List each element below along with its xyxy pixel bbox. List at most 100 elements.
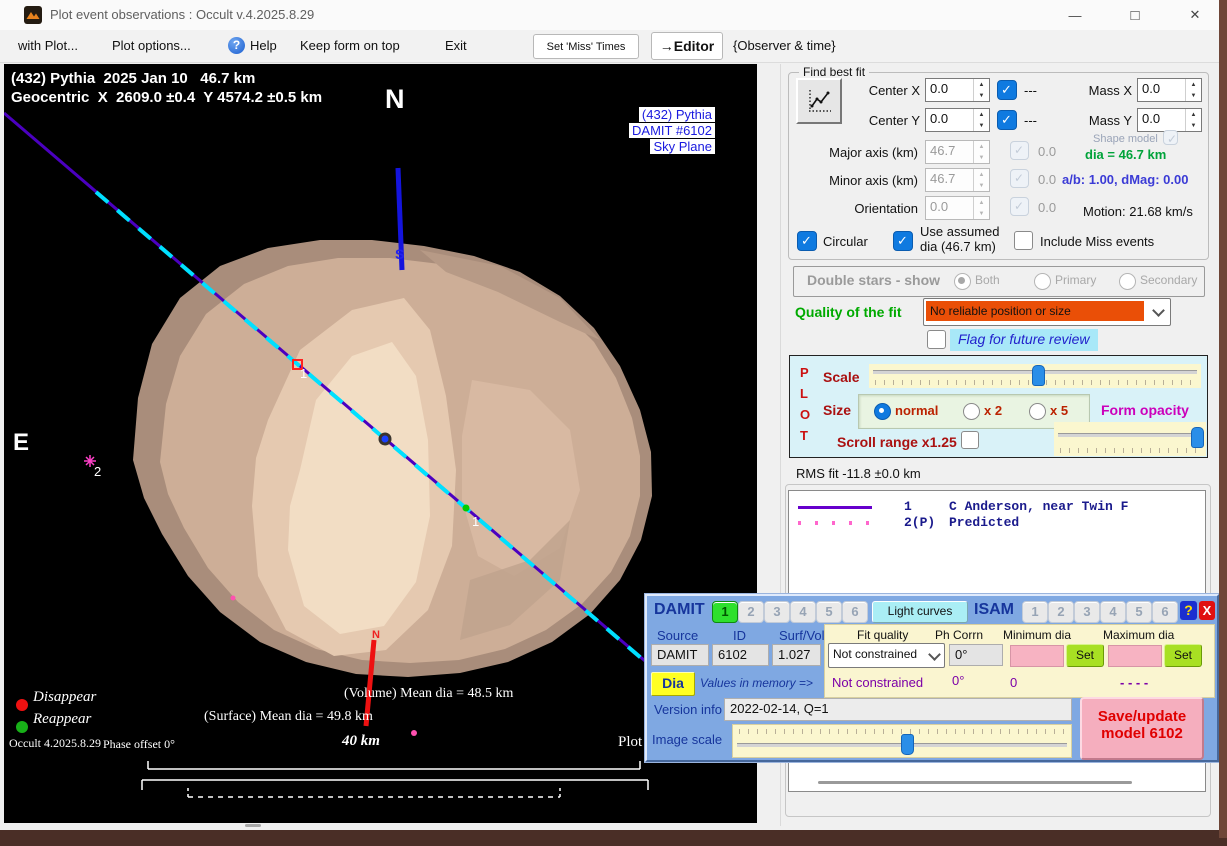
values-in-memory-label: Values in memory => bbox=[700, 676, 813, 690]
observer-row[interactable]: 1 C Anderson, near Twin F bbox=[789, 499, 1205, 515]
mass-x-value[interactable]: 0.0 bbox=[1138, 79, 1185, 101]
center-y-checkbox[interactable] bbox=[997, 110, 1017, 130]
list-scrollbar[interactable] bbox=[818, 781, 1132, 784]
menu-with-plot[interactable]: with Plot... bbox=[18, 38, 78, 53]
mass-x-spin-buttons[interactable]: ▲▼ bbox=[1185, 79, 1201, 101]
damit-tab-3[interactable]: 3 bbox=[764, 601, 790, 623]
mass-y-spinner[interactable]: 0.0 ▲▼ bbox=[1137, 108, 1202, 132]
use-assumed-checkbox[interactable] bbox=[893, 231, 913, 251]
damit-tab-1[interactable]: 1 bbox=[712, 601, 738, 623]
source-field: DAMIT bbox=[651, 644, 709, 666]
ph-corr-field[interactable]: 0° bbox=[949, 644, 1003, 666]
legend-reappear-label: Reappear bbox=[33, 711, 91, 728]
spin-up-icon[interactable]: ▲ bbox=[1186, 79, 1201, 90]
plot-letter-l: L bbox=[800, 386, 808, 401]
plot-letter-p: P bbox=[800, 365, 809, 380]
menu-help[interactable]: Help bbox=[250, 38, 277, 53]
observer-name: Predicted bbox=[949, 515, 1019, 530]
quality-dropdown[interactable]: No reliable position or size bbox=[923, 298, 1171, 326]
isam-tab-5[interactable]: 5 bbox=[1126, 601, 1152, 623]
center-x-value[interactable]: 0.0 bbox=[926, 79, 973, 101]
screen: Plot event observations : Occult v.4.202… bbox=[0, 0, 1227, 846]
center-y-value[interactable]: 0.0 bbox=[926, 109, 973, 131]
menu-plot-options[interactable]: Plot options... bbox=[112, 38, 191, 53]
damit-tab-5[interactable]: 5 bbox=[816, 601, 842, 623]
mass-y-spin-buttons[interactable]: ▲▼ bbox=[1185, 109, 1201, 131]
maximize-button[interactable]: □ bbox=[1113, 1, 1157, 29]
center-y-spin-buttons[interactable]: ▲▼ bbox=[973, 109, 989, 131]
size-x2-radio[interactable] bbox=[963, 403, 980, 420]
id-field[interactable]: 6102 bbox=[712, 644, 769, 666]
image-scale-slider-thumb[interactable] bbox=[901, 734, 914, 755]
damit-tab-4[interactable]: 4 bbox=[790, 601, 816, 623]
spin-up-icon[interactable]: ▲ bbox=[974, 109, 989, 120]
observer-1-track-swatch bbox=[798, 506, 872, 509]
fit-graph-button[interactable] bbox=[796, 78, 842, 124]
editor-button[interactable]: →Editor bbox=[651, 32, 723, 60]
minimize-button[interactable]: — bbox=[1053, 1, 1097, 29]
app-window: Plot event observations : Occult v.4.202… bbox=[0, 0, 1219, 830]
spin-up-icon[interactable]: ▲ bbox=[974, 79, 989, 90]
spin-down-icon[interactable]: ▼ bbox=[974, 120, 989, 131]
circular-checkbox[interactable] bbox=[797, 231, 817, 251]
spin-down-icon[interactable]: ▼ bbox=[1186, 90, 1201, 101]
plot-scale-slider-thumb[interactable] bbox=[1032, 365, 1045, 386]
center-y-spinner[interactable]: 0.0 ▲▼ bbox=[925, 108, 990, 132]
memory-max-dia: - - - - bbox=[1120, 675, 1148, 690]
center-x-spin-buttons[interactable]: ▲▼ bbox=[973, 79, 989, 101]
version-info-field[interactable]: 2022-02-14, Q=1 bbox=[724, 698, 1072, 721]
version-info-value: 2022-02-14, Q=1 bbox=[725, 701, 829, 716]
major-axis-label: Major axis (km) bbox=[820, 145, 918, 160]
caption-object: (432) Pythia bbox=[639, 107, 715, 122]
double-stars-radio-both bbox=[954, 273, 971, 290]
size-normal-radio[interactable] bbox=[874, 403, 891, 420]
isam-tab-6[interactable]: 6 bbox=[1152, 601, 1178, 623]
menu-exit[interactable]: Exit bbox=[445, 38, 467, 53]
spin-up-icon[interactable]: ▲ bbox=[1186, 109, 1201, 120]
isam-tab-2[interactable]: 2 bbox=[1048, 601, 1074, 623]
dia-button[interactable]: Dia bbox=[651, 672, 695, 696]
spin-down-icon[interactable]: ▼ bbox=[974, 90, 989, 101]
form-opacity-slider-thumb[interactable] bbox=[1191, 427, 1204, 448]
shape-model-label: Shape model bbox=[1093, 133, 1158, 145]
damit-tab-6[interactable]: 6 bbox=[842, 601, 868, 623]
isam-tab-3[interactable]: 3 bbox=[1074, 601, 1100, 623]
damit-tab-2[interactable]: 2 bbox=[738, 601, 764, 623]
observer-row[interactable]: 2(P) Predicted bbox=[789, 515, 1205, 531]
compass-east-label: E bbox=[13, 429, 29, 457]
damit-help-button[interactable]: ? bbox=[1180, 601, 1197, 620]
mass-y-value[interactable]: 0.0 bbox=[1138, 109, 1185, 131]
body-center-marker bbox=[382, 436, 389, 443]
shape-model-checkbox[interactable] bbox=[1163, 130, 1178, 145]
surfvol-field: 1.027 bbox=[772, 644, 821, 666]
light-curves-button[interactable]: Light curves bbox=[872, 601, 968, 623]
menu-keep-on-top[interactable]: Keep form on top bbox=[300, 38, 400, 53]
fit-quality-dropdown[interactable]: Not constrained bbox=[828, 643, 945, 668]
mass-x-spinner[interactable]: 0.0 ▲▼ bbox=[1137, 78, 1202, 102]
max-dia-set-button[interactable]: Set bbox=[1164, 644, 1202, 667]
image-scale-slider[interactable] bbox=[732, 724, 1072, 758]
include-miss-label: Include Miss events bbox=[1040, 234, 1154, 249]
source-header: Source bbox=[657, 628, 698, 643]
set-miss-times-button[interactable]: Set 'Miss' Times bbox=[533, 34, 639, 59]
fit-quality-header: Fit quality bbox=[857, 628, 908, 642]
isam-tab-1[interactable]: 1 bbox=[1022, 601, 1048, 623]
damit-close-button[interactable]: X bbox=[1199, 601, 1215, 620]
plot-scale-slider[interactable] bbox=[869, 364, 1201, 388]
save-update-button[interactable]: Save/update model 6102 bbox=[1080, 697, 1204, 760]
center-x-spinner[interactable]: 0.0 ▲▼ bbox=[925, 78, 990, 102]
flag-review-checkbox[interactable] bbox=[927, 330, 946, 349]
center-x-checkbox[interactable] bbox=[997, 80, 1017, 100]
resize-gripper[interactable] bbox=[245, 824, 261, 827]
include-miss-checkbox[interactable] bbox=[1014, 231, 1033, 250]
close-button[interactable]: ✕ bbox=[1173, 1, 1217, 29]
compass-north-label: N bbox=[385, 84, 405, 115]
max-dia-field[interactable] bbox=[1108, 645, 1162, 667]
min-dia-set-button[interactable]: Set bbox=[1066, 644, 1104, 667]
spin-down-icon[interactable]: ▼ bbox=[1186, 120, 1201, 131]
scroll-range-checkbox[interactable] bbox=[961, 431, 979, 449]
size-x5-radio[interactable] bbox=[1029, 403, 1046, 420]
isam-tab-4[interactable]: 4 bbox=[1100, 601, 1126, 623]
min-dia-field[interactable] bbox=[1010, 645, 1064, 667]
form-opacity-slider[interactable] bbox=[1054, 422, 1206, 456]
